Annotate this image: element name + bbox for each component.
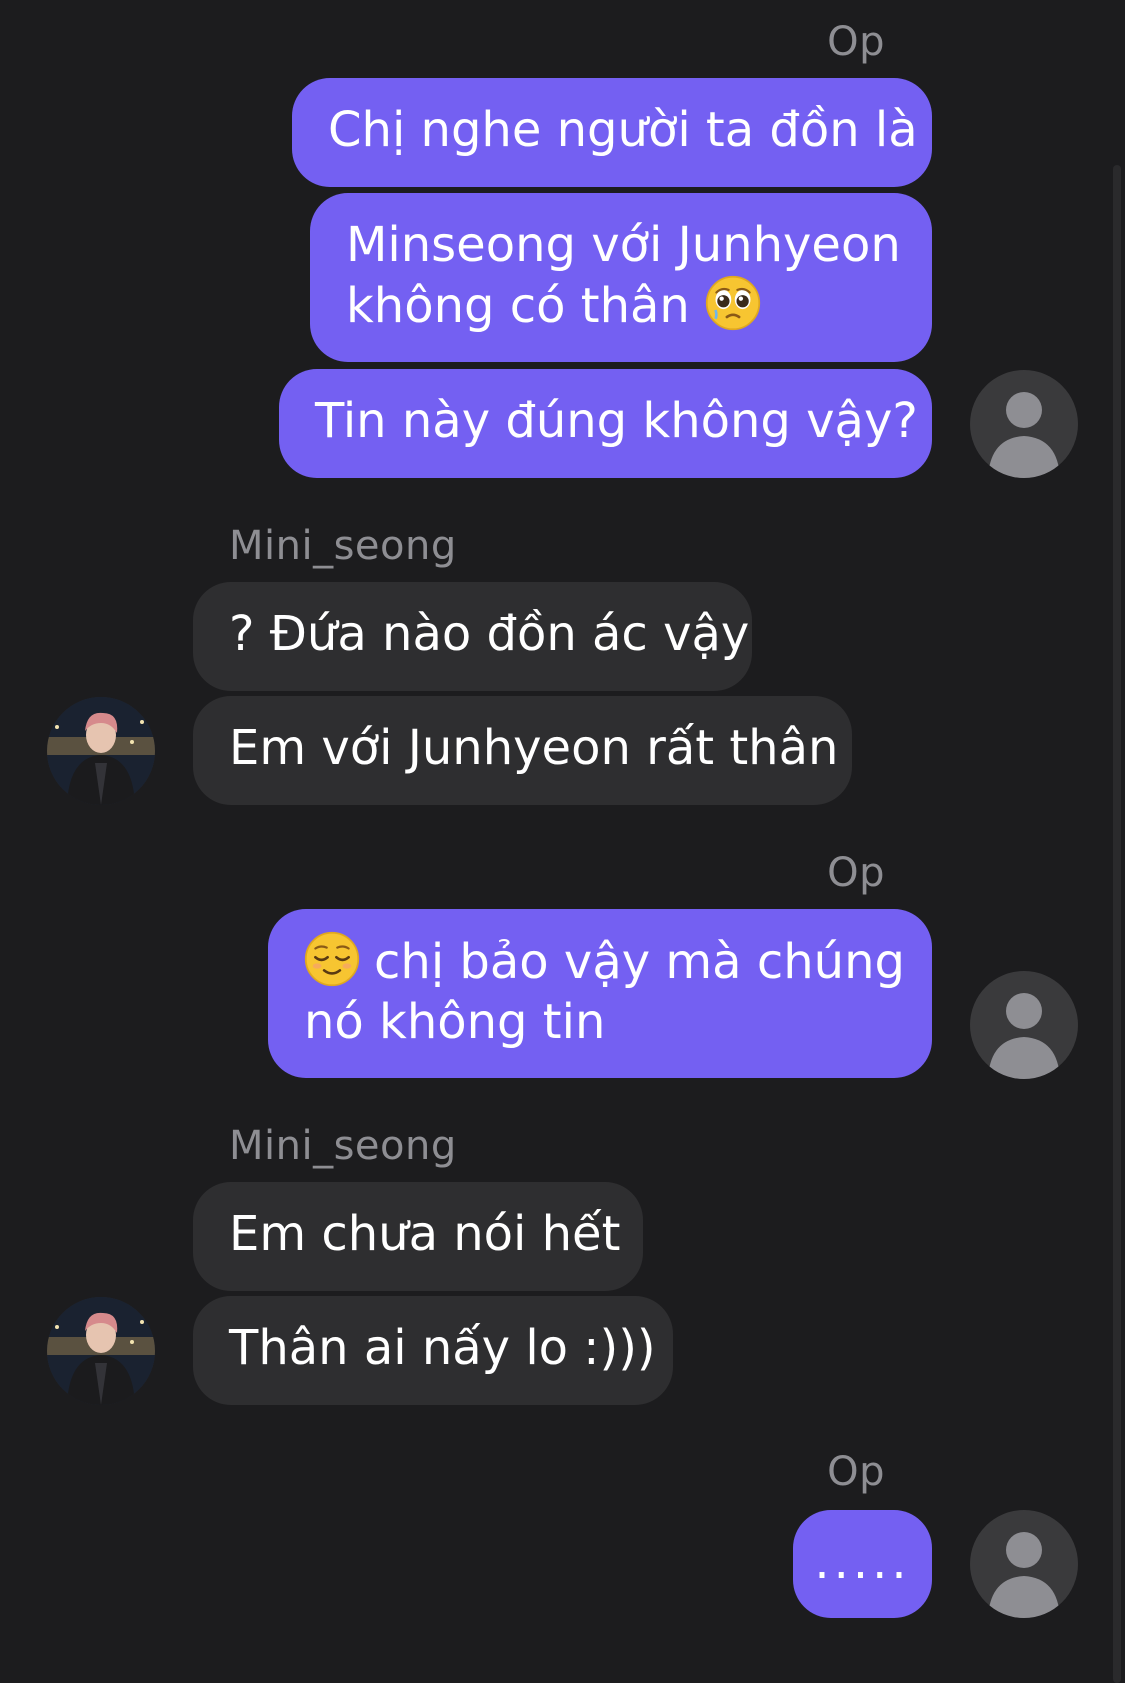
my-avatar[interactable] <box>970 370 1078 478</box>
message-text-line: không có thân <box>346 278 706 334</box>
message-text: Em với Junhyeon rất thân <box>229 720 839 776</box>
message-text: Thân ai nấy lo :))) <box>229 1320 656 1376</box>
message-bubble[interactable]: chị bảo vậy mà chúng nó không tin <box>268 909 932 1078</box>
contact-avatar[interactable] <box>47 697 155 805</box>
message-text: Tin này đúng không vậy? <box>315 393 918 449</box>
message-bubble[interactable]: ? Đứa nào đồn ác vậy <box>193 582 752 691</box>
sender-name: Op <box>827 19 885 65</box>
message-text: Em chưa nói hết <box>229 1206 621 1262</box>
message-bubble[interactable]: Em với Junhyeon rất thân <box>193 696 852 805</box>
message-text-line: chị bảo vậy mà chúng <box>374 934 905 990</box>
contact-avatar[interactable] <box>47 1297 155 1405</box>
scrollbar[interactable] <box>1113 165 1121 1683</box>
message-bubble[interactable]: Em chưa nói hết <box>193 1182 643 1291</box>
person-icon <box>988 392 1060 478</box>
message-bubble[interactable]: ..... <box>793 1510 932 1618</box>
message-text-line: Minseong với Junhyeon <box>346 217 901 273</box>
my-avatar[interactable] <box>970 971 1078 1079</box>
my-avatar[interactable] <box>970 1510 1078 1618</box>
message-bubble[interactable]: Minseong với Junhyeon không có thân <box>310 193 932 362</box>
person-icon <box>988 1532 1060 1618</box>
message-text: ? Đứa nào đồn ác vậy <box>229 606 750 662</box>
sender-name: Mini_seong <box>229 523 457 569</box>
message-text: chị bảo vậy mà chúng nó không tin <box>304 931 905 1052</box>
message-bubble[interactable]: Thân ai nấy lo :))) <box>193 1296 673 1405</box>
profile-photo <box>47 697 155 805</box>
sender-name: Op <box>827 850 885 896</box>
message-bubble[interactable]: Chị nghe người ta đồn là <box>292 78 932 187</box>
relieved-face-emoji-icon <box>304 931 360 987</box>
profile-photo <box>47 1297 155 1405</box>
sender-name: Op <box>827 1449 885 1495</box>
sender-name: Mini_seong <box>229 1123 457 1169</box>
message-text: Chị nghe người ta đồn là <box>328 102 918 158</box>
pleading-face-emoji-icon <box>705 275 761 331</box>
message-text: Minseong với Junhyeon không có thân <box>346 215 901 336</box>
message-bubble[interactable]: Tin này đúng không vậy? <box>279 369 932 478</box>
message-text-line: nó không tin <box>304 994 606 1050</box>
message-text: ..... <box>814 1534 911 1590</box>
person-icon <box>988 993 1060 1079</box>
